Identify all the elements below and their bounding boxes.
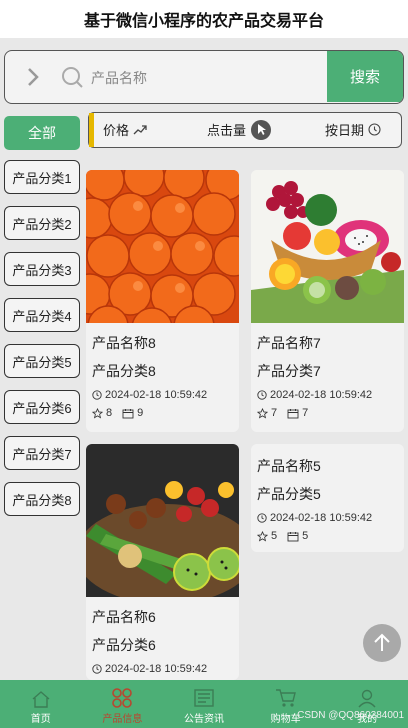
calendar-icon bbox=[122, 408, 134, 418]
product-time-text: 2024-02-18 10:59:42 bbox=[270, 512, 373, 524]
category-item-1[interactable]: 产品分类1 bbox=[4, 160, 80, 194]
product-time: 2024-02-18 10:59:42 bbox=[257, 512, 398, 524]
tab-home[interactable]: 首页 bbox=[0, 680, 82, 728]
product-time: 2024-02-18 10:59:42 bbox=[92, 389, 233, 401]
tab-products[interactable]: 产品信息 bbox=[82, 680, 164, 728]
product-stats: 8 9 bbox=[92, 407, 233, 419]
clock-icon bbox=[257, 390, 267, 400]
category-item-4[interactable]: 产品分类4 bbox=[4, 298, 80, 332]
sort-price[interactable]: 价格 bbox=[103, 113, 147, 146]
product-time-text: 2024-02-18 10:59:42 bbox=[105, 389, 208, 401]
product-time-text: 2024-02-18 10:59:42 bbox=[270, 389, 373, 401]
product-category: 产品分类6 bbox=[92, 637, 156, 653]
category-item-8[interactable]: 产品分类8 bbox=[4, 482, 80, 516]
category-item-5[interactable]: 产品分类5 bbox=[4, 344, 80, 378]
product-name: 产品名称5 bbox=[257, 458, 321, 474]
chevron-right-icon[interactable] bbox=[21, 65, 45, 89]
category-item-3[interactable]: 产品分类3 bbox=[4, 252, 80, 286]
sort-clicks-label: 点击量 bbox=[207, 123, 247, 138]
news-icon bbox=[194, 689, 214, 707]
home-icon bbox=[32, 691, 50, 708]
product-category: 产品分类5 bbox=[257, 486, 321, 502]
pointer-icon bbox=[251, 119, 272, 140]
sort-price-label: 价格 bbox=[103, 123, 130, 138]
sort-date-label: 按日期 bbox=[325, 123, 365, 138]
search-bar: 产品名称 搜索 bbox=[4, 50, 404, 104]
product-image-fruit-basket bbox=[251, 170, 404, 323]
sort-bar: 价格 点击量 按日期 bbox=[88, 112, 402, 148]
product-card[interactable]: 产品名称8 产品分类8 2024-02-18 10:59:42 8 9 bbox=[86, 170, 239, 432]
tab-products-label: 产品信息 bbox=[102, 714, 143, 725]
product-views: 5 bbox=[302, 530, 309, 542]
search-input[interactable]: 产品名称 bbox=[91, 68, 147, 88]
tab-news[interactable]: 公告资讯 bbox=[163, 680, 245, 728]
product-name: 产品名称7 bbox=[257, 335, 321, 351]
product-category: 产品分类7 bbox=[257, 363, 321, 379]
calendar-icon bbox=[287, 408, 299, 418]
product-likes: 7 bbox=[271, 407, 278, 419]
product-category: 产品分类8 bbox=[92, 363, 156, 379]
product-likes: 5 bbox=[271, 530, 278, 542]
product-card[interactable]: 产品名称6 产品分类6 2024-02-18 10:59:42 bbox=[86, 444, 239, 680]
product-card[interactable]: 产品名称7 产品分类7 2024-02-18 10:59:42 7 7 bbox=[251, 170, 404, 432]
trend-up-icon bbox=[133, 124, 147, 134]
product-card[interactable]: 产品名称5 产品分类5 2024-02-18 10:59:42 5 5 bbox=[251, 444, 404, 552]
product-icon bbox=[112, 688, 133, 708]
sort-clicks[interactable]: 点击量 bbox=[207, 113, 272, 146]
category-item-7[interactable]: 产品分类7 bbox=[4, 436, 80, 470]
page-title: 基于微信小程序的农产品交易平台 bbox=[83, 13, 324, 30]
title-bar: 基于微信小程序的农产品交易平台 bbox=[0, 0, 408, 38]
tab-cart-label: 购物车 bbox=[270, 714, 301, 725]
search-icon bbox=[62, 67, 83, 88]
sort-date[interactable]: 按日期 bbox=[325, 113, 381, 146]
product-views: 9 bbox=[137, 407, 144, 419]
clock-icon bbox=[368, 123, 381, 136]
product-stats: 5 5 bbox=[257, 530, 398, 542]
user-icon bbox=[358, 689, 376, 708]
all-category-button[interactable]: 全部 bbox=[4, 116, 80, 150]
product-views: 7 bbox=[302, 407, 309, 419]
star-icon bbox=[257, 530, 268, 541]
category-item-6[interactable]: 产品分类6 bbox=[4, 390, 80, 424]
tab-news-label: 公告资讯 bbox=[183, 714, 224, 725]
star-icon bbox=[257, 407, 268, 418]
arrow-up-icon bbox=[374, 633, 390, 651]
tab-home-label: 首页 bbox=[30, 714, 51, 725]
product-image-dried-fruit bbox=[86, 444, 239, 597]
clock-icon bbox=[92, 664, 102, 674]
product-stats: 7 7 bbox=[257, 407, 398, 419]
product-name: 产品名称6 bbox=[92, 609, 156, 625]
product-time: 2024-02-18 10:59:42 bbox=[92, 663, 233, 675]
sort-bar-accent bbox=[89, 113, 94, 147]
star-icon bbox=[92, 407, 103, 418]
product-likes: 8 bbox=[106, 407, 113, 419]
clock-icon bbox=[92, 390, 102, 400]
product-time: 2024-02-18 10:59:42 bbox=[257, 389, 398, 401]
product-image-tomatoes bbox=[86, 170, 239, 323]
category-item-2[interactable]: 产品分类2 bbox=[4, 206, 80, 240]
category-list: 产品分类1 产品分类2 产品分类3 产品分类4 产品分类5 产品分类6 产品分类… bbox=[4, 160, 80, 528]
product-time-text: 2024-02-18 10:59:42 bbox=[105, 663, 208, 675]
clock-icon bbox=[257, 513, 267, 523]
scroll-top-button[interactable] bbox=[363, 624, 401, 662]
search-button[interactable]: 搜索 bbox=[327, 51, 403, 102]
watermark: CSDN @QQ860284001 bbox=[297, 710, 404, 721]
calendar-icon bbox=[287, 531, 299, 541]
product-name: 产品名称8 bbox=[92, 335, 156, 351]
cart-icon bbox=[275, 689, 296, 707]
